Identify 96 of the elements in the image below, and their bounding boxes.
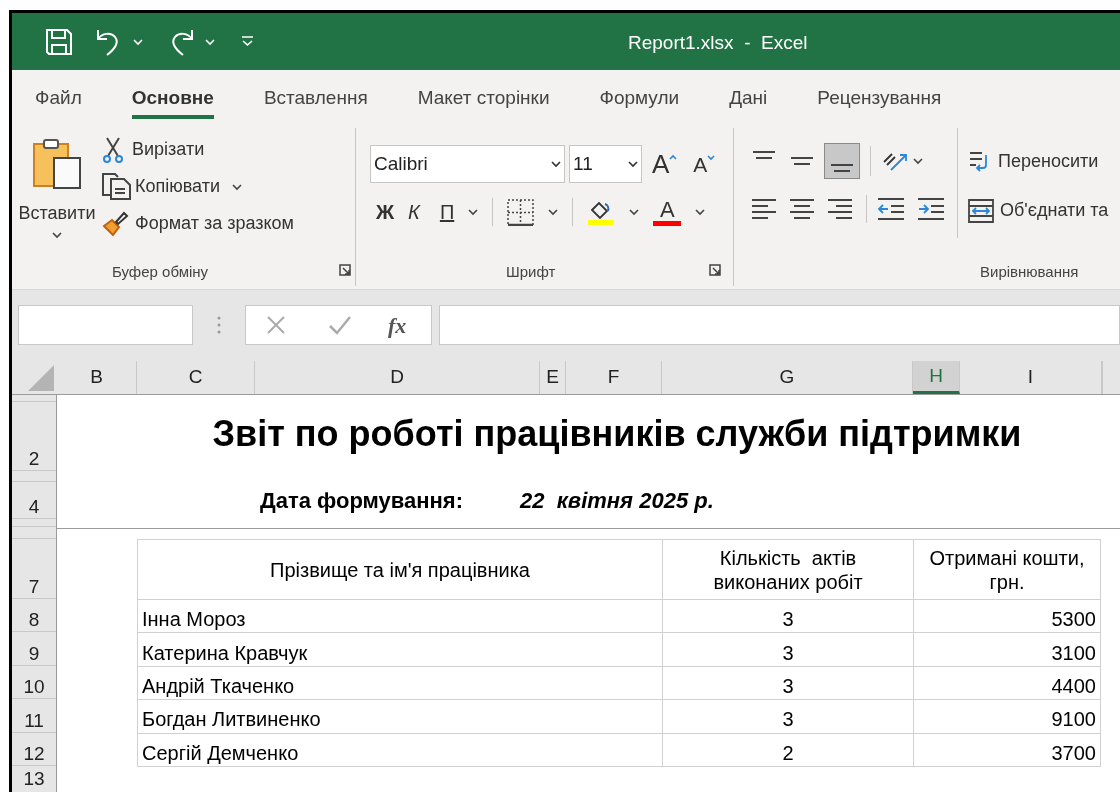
scissors-icon (102, 136, 124, 163)
caret-icon[interactable] (695, 208, 706, 216)
ribbon-tab[interactable]: Макет сторінки (417, 76, 550, 119)
vertical-align-button[interactable] (824, 143, 860, 179)
group-label: Шрифт (506, 261, 556, 282)
caret-icon[interactable] (232, 182, 243, 191)
down-caret-icon (707, 155, 716, 161)
column-header[interactable]: E (540, 361, 566, 394)
table-cell: 5300 (913, 599, 1101, 633)
caret-icon (52, 231, 62, 239)
decrease-font-button[interactable]: A (693, 153, 708, 175)
increase-font-button[interactable]: A (652, 151, 670, 177)
ribbon-tab[interactable]: Рецензування (817, 76, 942, 119)
table-cell: 3100 (913, 632, 1101, 667)
align-lines-icon (751, 199, 777, 219)
group-label: Буфер обміну (112, 261, 209, 282)
table-cell: 3 (662, 699, 914, 734)
caret-icon[interactable] (629, 208, 640, 216)
table-cell: Інна Мороз (137, 599, 663, 633)
column-header[interactable]: D (255, 361, 540, 394)
report-title: Звіт по роботі працівників служби підтримки (212, 412, 1022, 456)
column-header[interactable]: I (960, 361, 1102, 394)
bold-button[interactable]: Ж (376, 197, 395, 227)
table-cell: 3 (662, 666, 914, 700)
row-header[interactable]: 8 (12, 599, 56, 633)
dialog-launcher-icon[interactable] (709, 264, 721, 276)
align-lines-icon (752, 151, 776, 159)
column-heading: Кількість актів виконаних робіт (662, 539, 914, 600)
ribbon-tab[interactable]: Вставлення (263, 76, 368, 119)
table-cell: 9100 (913, 699, 1101, 734)
caret-icon[interactable] (913, 157, 923, 165)
font-size-dropdown[interactable]: 11 (569, 145, 642, 183)
row-header[interactable]: 10 (12, 665, 56, 700)
column-header[interactable]: F (566, 361, 662, 394)
align-lines-icon (830, 164, 854, 172)
font-name-dropdown[interactable]: Calibri (370, 145, 565, 183)
insert-function-button[interactable]: fx (388, 308, 407, 342)
wrap-text-button[interactable]: Переносити (968, 148, 1109, 175)
align-lines-icon (790, 157, 814, 165)
date-label: Дата формування: (260, 486, 463, 515)
column-header[interactable]: C (137, 361, 255, 394)
window-title: Report1.xlsx - Excel (628, 31, 808, 55)
paintbrush-icon (102, 210, 129, 237)
merge-icon (968, 198, 994, 223)
caret-icon[interactable] (468, 208, 479, 216)
table-cell: 3700 (913, 733, 1101, 767)
cut-button[interactable]: Вирізати (102, 136, 294, 163)
increase-indent-icon[interactable] (917, 197, 945, 221)
table-cell: Богдан Литвиненко (137, 699, 663, 734)
copy-icon (102, 173, 131, 200)
ribbon-tab[interactable]: Дані (729, 76, 768, 119)
row-header[interactable]: 13 (12, 765, 56, 792)
table-cell: Сергій Демченко (137, 733, 663, 767)
copy-button[interactable]: Копіювати (102, 173, 221, 200)
drag-handle-icon[interactable] (217, 315, 221, 335)
table-cell: 3 (662, 632, 914, 667)
caret-icon (628, 160, 638, 168)
table-cell: Андрій Ткаченко (137, 666, 663, 700)
customize-toolbar-icon[interactable] (241, 35, 254, 48)
caret-icon[interactable] (548, 208, 559, 216)
table-cell: 3 (662, 599, 914, 633)
group-label: Вирівнювання (980, 261, 1079, 282)
ribbon-tab[interactable]: Формули (599, 76, 680, 119)
up-caret-icon (669, 154, 678, 160)
underline-button[interactable]: П (439, 197, 455, 227)
ribbon-tab[interactable]: Основне (131, 76, 214, 119)
borders-icon[interactable] (507, 198, 535, 226)
row-header[interactable]: 12 (12, 732, 56, 766)
column-header[interactable]: H (913, 361, 960, 394)
ribbon-tab[interactable]: Файл (35, 76, 82, 119)
align-lines-icon (827, 199, 853, 219)
dialog-launcher-icon[interactable] (339, 264, 351, 276)
row-header[interactable]: 7 (12, 539, 56, 599)
font-color-button[interactable]: A (653, 198, 682, 226)
row-header[interactable]: 11 (12, 699, 56, 733)
checkmark-icon[interactable] (328, 315, 352, 335)
italic-button[interactable]: К (408, 197, 420, 227)
table-cell: Катерина Кравчук (137, 632, 663, 667)
column-header[interactable]: B (57, 361, 137, 394)
paste-button[interactable]: Вставити (12, 134, 102, 258)
row-header[interactable]: 4 (12, 482, 56, 519)
table-cell: 4400 (913, 666, 1101, 700)
row-header[interactable]: 2 (12, 402, 56, 471)
column-heading: Прізвище та ім'я працівника (137, 539, 663, 600)
date-value: 22 квітня 2025 р. (520, 486, 714, 515)
column-heading: Отримані кошти, грн. (913, 539, 1101, 600)
formula-input[interactable] (439, 305, 1120, 345)
format-painter-button[interactable]: Формат за зразком (102, 210, 294, 237)
save-icon[interactable] (45, 27, 73, 56)
decrease-indent-icon[interactable] (877, 197, 905, 221)
merge-center-button[interactable]: Об'єднати та (968, 197, 1109, 224)
row-header[interactable]: 9 (12, 632, 56, 666)
table-cell: 2 (662, 733, 914, 767)
clipboard-icon (32, 138, 82, 190)
caret-icon (551, 160, 561, 168)
align-lines-icon (789, 199, 815, 219)
